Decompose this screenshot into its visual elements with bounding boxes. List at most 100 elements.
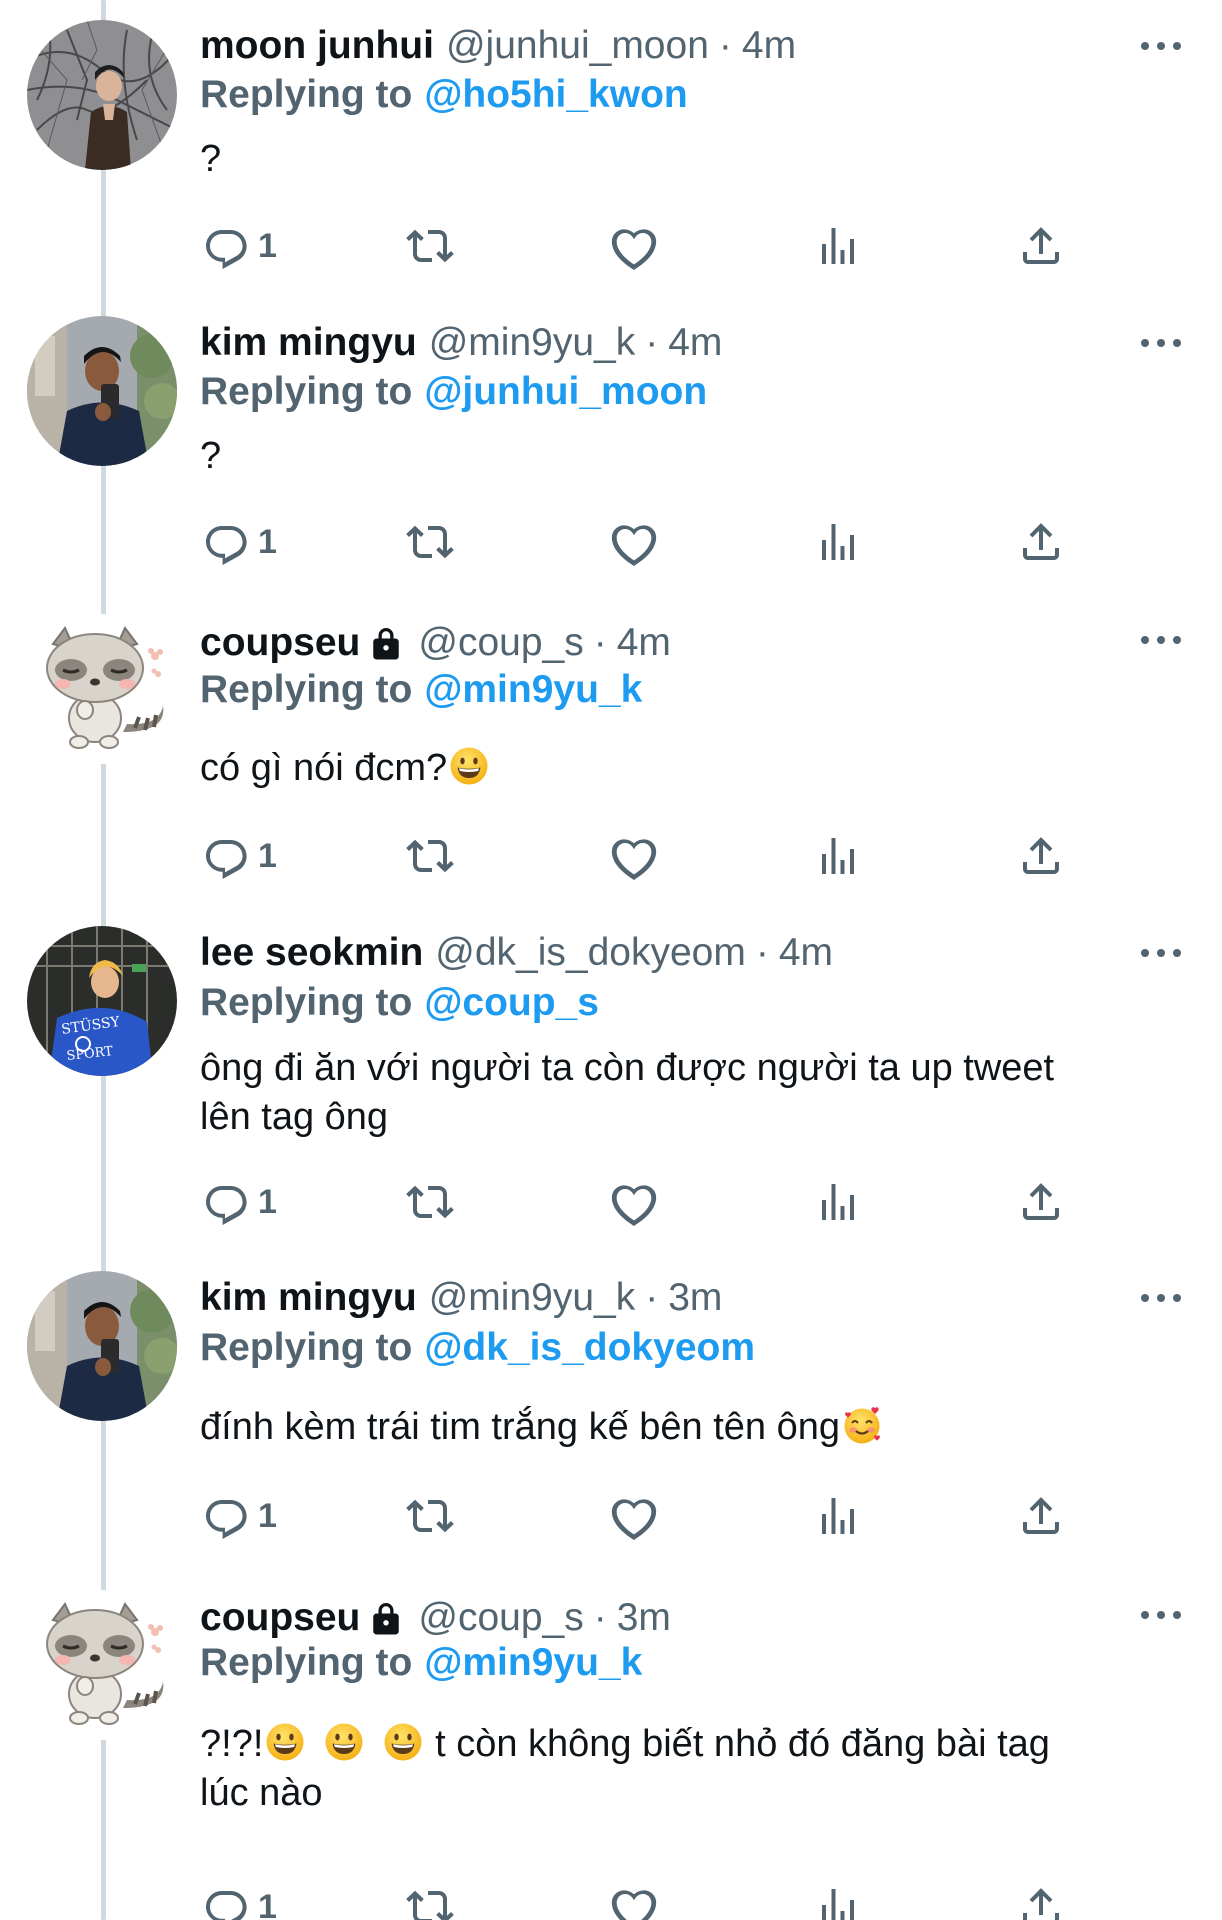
- reply-button[interactable]: 1: [202, 1172, 277, 1232]
- like-button[interactable]: [610, 826, 658, 886]
- reply-target-link[interactable]: @dk_is_dokyeom: [424, 1326, 755, 1370]
- tweet-header: coupseu @coup_s · 3m: [200, 1593, 671, 1643]
- user-handle[interactable]: @coup_s: [418, 1596, 583, 1640]
- views-button[interactable]: [814, 1486, 862, 1546]
- tweet-text: ?!?! t còn không biết nhỏ đó đăng bài ta…: [200, 1720, 1180, 1818]
- more-options-icon[interactable]: [1141, 1283, 1181, 1313]
- share-icon: [1017, 518, 1065, 566]
- user-handle[interactable]: @coup_s: [418, 621, 583, 665]
- more-options-icon[interactable]: [1141, 31, 1181, 61]
- like-button[interactable]: [610, 1486, 658, 1546]
- views-button[interactable]: [814, 216, 862, 276]
- avatar[interactable]: [27, 20, 177, 170]
- replying-to-label: Replying to: [200, 1641, 413, 1684]
- reply-button[interactable]: 1: [202, 1877, 277, 1920]
- retweet-button[interactable]: [406, 1877, 454, 1920]
- separator-dot: ·: [593, 621, 607, 664]
- reply-icon: [202, 518, 250, 566]
- share-button[interactable]: [1017, 826, 1065, 886]
- reply-target-link[interactable]: @min9yu_k: [424, 668, 642, 712]
- display-name[interactable]: coupseu: [200, 1596, 360, 1640]
- share-button[interactable]: [1017, 1877, 1065, 1920]
- reply-count: 1: [258, 226, 277, 265]
- views-button[interactable]: [814, 1172, 862, 1232]
- display-name[interactable]: coupseu: [200, 621, 360, 665]
- more-options-icon[interactable]: [1141, 1600, 1181, 1630]
- reply-target-link[interactable]: @coup_s: [424, 981, 599, 1025]
- views-icon: [814, 222, 862, 270]
- avatar[interactable]: [27, 316, 177, 466]
- share-button[interactable]: [1017, 512, 1065, 572]
- display-name[interactable]: moon junhui: [200, 24, 434, 68]
- tweet-actions: 1: [0, 1877, 1222, 1920]
- reply-target-link[interactable]: @ho5hi_kwon: [424, 73, 687, 117]
- tweet-text: có gì nói đcm?: [200, 744, 1180, 793]
- avatar[interactable]: [27, 1271, 177, 1421]
- timestamp[interactable]: 4m: [668, 321, 722, 365]
- replying-to: Replying to @min9yu_k: [200, 665, 642, 715]
- replying-to: Replying to @junhui_moon: [200, 367, 707, 417]
- like-button[interactable]: [610, 216, 658, 276]
- timestamp[interactable]: 4m: [742, 24, 796, 68]
- lock-icon: [368, 1599, 404, 1637]
- retweet-button[interactable]: [406, 1486, 454, 1546]
- views-button[interactable]: [814, 1877, 862, 1920]
- tweet-text: ?: [200, 432, 1180, 481]
- avatar[interactable]: [27, 926, 177, 1076]
- grinning-face-emoji: [383, 1722, 423, 1762]
- replying-to: Replying to @ho5hi_kwon: [200, 70, 688, 120]
- tweet-text-content: đính kèm trái tim trắng kế bên tên ông: [200, 1406, 841, 1448]
- retweet-button[interactable]: [406, 826, 454, 886]
- reply-target-link[interactable]: @min9yu_k: [424, 1641, 642, 1685]
- timestamp[interactable]: 4m: [617, 621, 671, 665]
- share-icon: [1017, 222, 1065, 270]
- lock-icon: [368, 624, 404, 662]
- views-button[interactable]: [814, 826, 862, 886]
- retweet-button[interactable]: [406, 1172, 454, 1232]
- timestamp[interactable]: 3m: [617, 1596, 671, 1640]
- display-name[interactable]: kim mingyu: [200, 1276, 417, 1320]
- tweet-text-content: t còn không biết nhỏ đó đăng bài tag: [424, 1723, 1050, 1765]
- reply-icon: [202, 1492, 250, 1540]
- views-icon: [814, 1883, 862, 1920]
- share-button[interactable]: [1017, 1172, 1065, 1232]
- more-options-icon[interactable]: [1141, 328, 1181, 358]
- like-button[interactable]: [610, 1172, 658, 1232]
- user-handle[interactable]: @dk_is_dokyeom: [435, 931, 746, 975]
- views-icon: [814, 518, 862, 566]
- replying-to-label: Replying to: [200, 1326, 413, 1369]
- share-button[interactable]: [1017, 1486, 1065, 1546]
- views-icon: [814, 1492, 862, 1540]
- tweet-text-content: ?: [200, 435, 222, 477]
- more-options-icon[interactable]: [1141, 625, 1181, 655]
- reply-button[interactable]: 1: [202, 216, 277, 276]
- timestamp[interactable]: 3m: [668, 1276, 722, 1320]
- reply-button[interactable]: 1: [202, 512, 277, 572]
- like-button[interactable]: [610, 512, 658, 572]
- tweet-header: lee seokmin @dk_is_dokyeom · 4m: [200, 928, 833, 978]
- reply-count: 1: [258, 836, 277, 875]
- avatar[interactable]: [27, 1590, 177, 1740]
- more-options-icon[interactable]: [1141, 938, 1181, 968]
- reply-button[interactable]: 1: [202, 826, 277, 886]
- reply-target-link[interactable]: @junhui_moon: [424, 370, 707, 414]
- reply-button[interactable]: 1: [202, 1486, 277, 1546]
- share-button[interactable]: [1017, 216, 1065, 276]
- display-name[interactable]: kim mingyu: [200, 321, 417, 365]
- user-handle[interactable]: @min9yu_k: [429, 1276, 636, 1320]
- reply-count: 1: [258, 1182, 277, 1221]
- timestamp[interactable]: 4m: [779, 931, 833, 975]
- like-button[interactable]: [610, 1877, 658, 1920]
- grinning-face-emoji: [449, 746, 489, 786]
- retweet-button[interactable]: [406, 512, 454, 572]
- user-handle[interactable]: @junhui_moon: [446, 24, 709, 68]
- tweet-header: kim mingyu @min9yu_k · 3m: [200, 1273, 722, 1323]
- retweet-button[interactable]: [406, 216, 454, 276]
- views-button[interactable]: [814, 512, 862, 572]
- avatar[interactable]: [27, 614, 177, 764]
- tweet-text: ?: [200, 135, 1180, 184]
- user-handle[interactable]: @min9yu_k: [429, 321, 636, 365]
- tweet-actions: 1: [0, 1172, 1222, 1232]
- display-name[interactable]: lee seokmin: [200, 931, 423, 975]
- tweet-actions: 1: [0, 1486, 1222, 1546]
